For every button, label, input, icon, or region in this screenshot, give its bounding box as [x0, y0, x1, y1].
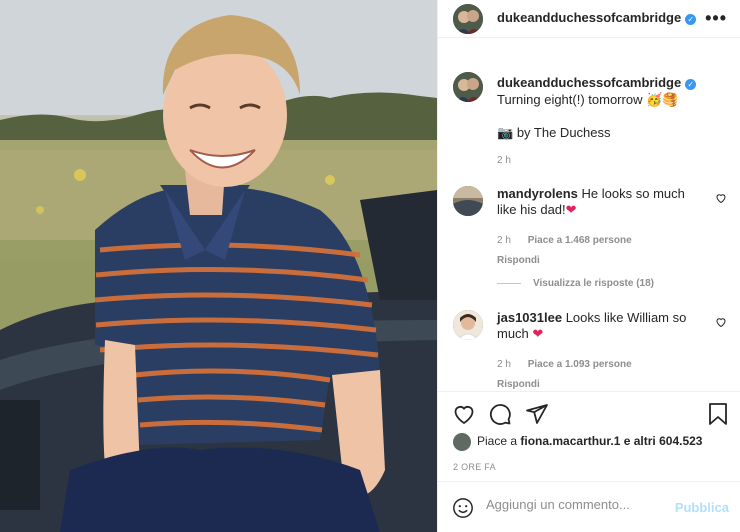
verified-icon: ✓	[685, 14, 697, 25]
emoji-icon[interactable]	[452, 497, 474, 519]
liker-avatar[interactable]	[453, 433, 471, 451]
add-comment-bar: Pubblica	[438, 481, 740, 532]
comment-heart-icon[interactable]	[715, 192, 727, 204]
reply-button[interactable]: Rispondi	[497, 253, 692, 269]
view-replies-label[interactable]: Visualizza le risposte (18)	[533, 278, 654, 289]
comment-heart-icon[interactable]	[715, 316, 727, 328]
publish-button[interactable]: Pubblica	[675, 500, 729, 515]
post-side-panel: dukeandduchessofcambridge ✓ ••• dukeanddu…	[437, 0, 740, 532]
red-heart-emoji: ❤	[565, 202, 577, 217]
comment-like-count[interactable]: Piace a 1.468 persone	[528, 235, 632, 246]
commenter-avatar[interactable]	[453, 186, 483, 216]
comment-meta: 2 h Piace a 1.468 persone	[497, 233, 692, 249]
comment-icon[interactable]	[488, 402, 512, 426]
liker-username[interactable]: fiona.macarthur.1	[520, 434, 620, 448]
author-username-text[interactable]: dukeandduchessofcambridge	[497, 10, 681, 25]
reply-button[interactable]: Rispondi	[497, 377, 692, 391]
post-actions: Piace a fiona.macarthur.1 e altri 604.52…	[438, 391, 740, 481]
commenter-username[interactable]: mandyrolens	[497, 186, 578, 201]
post-photo[interactable]	[0, 0, 437, 532]
caption-text-line2: by The Duchess	[516, 125, 611, 140]
divider-dash	[497, 282, 521, 284]
likes-summary: Piace a fiona.macarthur.1 e altri 604.52…	[453, 433, 702, 451]
likes-prefix: Piace a	[477, 434, 518, 449]
bookmark-icon[interactable]	[707, 402, 729, 426]
comments-scroll-area[interactable]: dukeandduchessofcambridge ✓ Turning eight…	[438, 38, 740, 391]
red-heart-emoji: ❤	[532, 326, 544, 341]
share-icon[interactable]	[525, 402, 549, 426]
author-username-header[interactable]: dukeandduchessofcambridge ✓	[497, 10, 697, 25]
comment-meta: 2 h Piace a 1.093 persone	[497, 357, 692, 373]
commenter-avatar[interactable]	[453, 310, 483, 340]
comment-time[interactable]: 2 h	[497, 235, 511, 246]
caption-username[interactable]: dukeandduchessofcambridge	[497, 75, 681, 90]
verified-icon: ✓	[685, 79, 697, 90]
photo-illustration	[0, 0, 437, 532]
view-replies-button[interactable]: Visualizza le risposte (18)	[497, 278, 654, 289]
heart-icon[interactable]	[452, 402, 476, 426]
comment-input[interactable]	[486, 497, 666, 512]
likes-suffix[interactable]: e altri 604.523	[624, 434, 703, 448]
post-time-ago[interactable]: 2 ORE FA	[453, 462, 496, 472]
post-caption: dukeandduchessofcambridge ✓ Turning eight…	[497, 74, 727, 169]
caption-text-line1: Turning eight(!) tomorrow	[497, 92, 643, 107]
more-options-icon[interactable]: •••	[705, 8, 727, 29]
caption-emojis: 🥳🥞	[646, 92, 679, 107]
camera-emoji-icon: 📷	[497, 125, 514, 140]
commenter-username[interactable]: jas1031lee	[497, 310, 562, 325]
caption-timestamp[interactable]: 2 h	[497, 152, 727, 169]
author-avatar[interactable]	[453, 4, 483, 34]
comment-time[interactable]: 2 h	[497, 359, 511, 370]
comment-like-count[interactable]: Piace a 1.093 persone	[528, 359, 632, 370]
caption-avatar[interactable]	[453, 72, 483, 102]
post-header: dukeandduchessofcambridge ✓ •••	[438, 0, 740, 38]
